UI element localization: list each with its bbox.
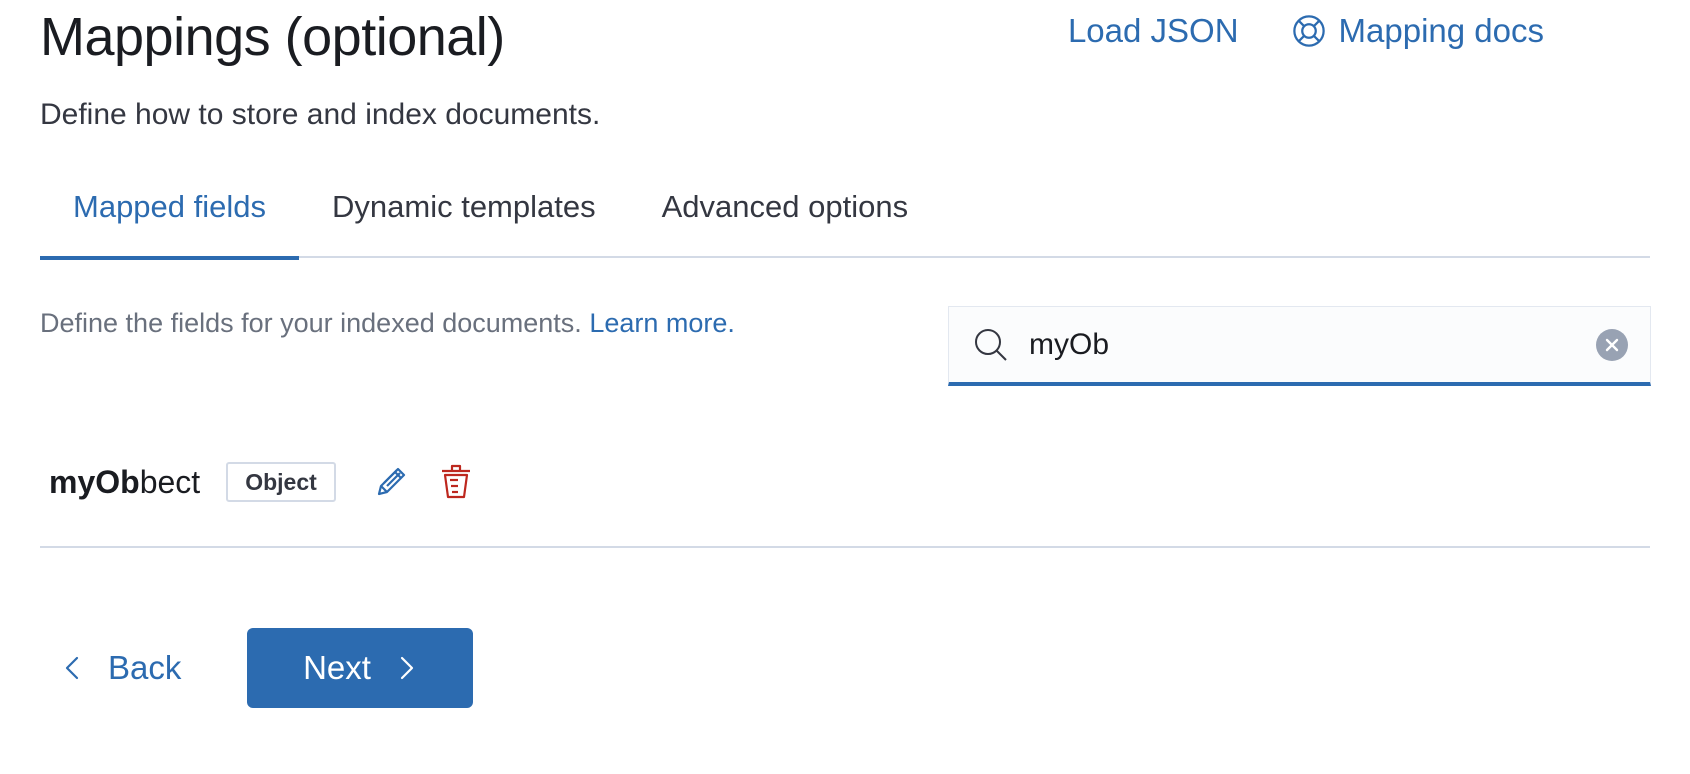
learn-more-link[interactable]: Learn more. <box>589 308 735 338</box>
header-links: Load JSON Mapping docs <box>1068 12 1544 50</box>
mapping-docs-link[interactable]: Mapping docs <box>1291 12 1544 50</box>
fields-description: Define the fields for your indexed docum… <box>40 308 735 339</box>
delete-field-button[interactable] <box>436 462 476 502</box>
clear-search-button[interactable] <box>1596 329 1628 361</box>
page-title: Mappings (optional) <box>40 7 505 67</box>
field-type-badge: Object <box>226 462 336 502</box>
back-button[interactable]: Back <box>62 628 181 708</box>
fields-description-text: Define the fields for your indexed docum… <box>40 308 582 338</box>
pencil-icon <box>377 467 406 496</box>
edit-field-button[interactable] <box>371 462 411 502</box>
field-search <box>948 306 1651 386</box>
next-button[interactable]: Next <box>247 628 473 708</box>
chevron-right-icon <box>400 656 414 680</box>
field-row: myObbect Object <box>40 448 1650 548</box>
chevron-left-icon <box>65 656 79 680</box>
clear-icon <box>1605 338 1619 352</box>
tab-bar: Mapped fields Dynamic templates Advanced… <box>40 166 1650 260</box>
field-name-rest: bect <box>139 464 201 500</box>
field-name: myObbect <box>49 464 200 501</box>
tab-advanced-options[interactable]: Advanced options <box>629 166 941 258</box>
mapping-docs-label: Mapping docs <box>1338 12 1544 49</box>
tab-mapped-fields[interactable]: Mapped fields <box>40 166 300 260</box>
help-lifebuoy-icon <box>1292 15 1325 47</box>
search-icon <box>975 328 1007 361</box>
load-json-label: Load JSON <box>1067 12 1239 49</box>
tab-dynamic-templates[interactable]: Dynamic templates <box>299 166 629 258</box>
load-json-link[interactable]: Load JSON <box>1068 12 1239 50</box>
trash-icon <box>442 464 470 499</box>
page-description: Define how to store and index documents. <box>40 98 601 131</box>
search-input[interactable] <box>1029 327 1589 362</box>
back-label: Back <box>108 649 182 686</box>
next-label: Next <box>303 649 371 686</box>
field-name-match: myOb <box>49 464 140 500</box>
